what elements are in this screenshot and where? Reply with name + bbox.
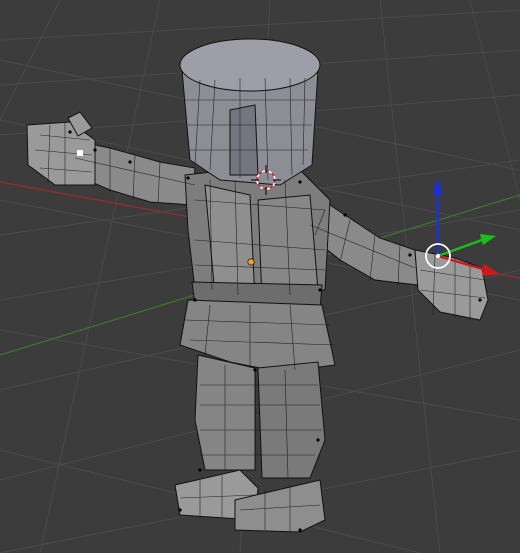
manipulator-x-arrow[interactable] <box>482 264 500 276</box>
3d-viewport[interactable] <box>0 0 520 553</box>
manipulator-y-arrow[interactable] <box>480 234 496 245</box>
manipulator-z-arrow[interactable] <box>433 178 443 194</box>
selected-vertex-marker <box>77 150 83 156</box>
character-mesh[interactable] <box>26 38 489 533</box>
right-leg <box>257 361 326 479</box>
manipulator-y-axis[interactable] <box>437 238 483 258</box>
viewport-canvas[interactable] <box>0 0 520 553</box>
helmet-top <box>179 38 321 92</box>
object-origin-icon <box>247 258 255 266</box>
